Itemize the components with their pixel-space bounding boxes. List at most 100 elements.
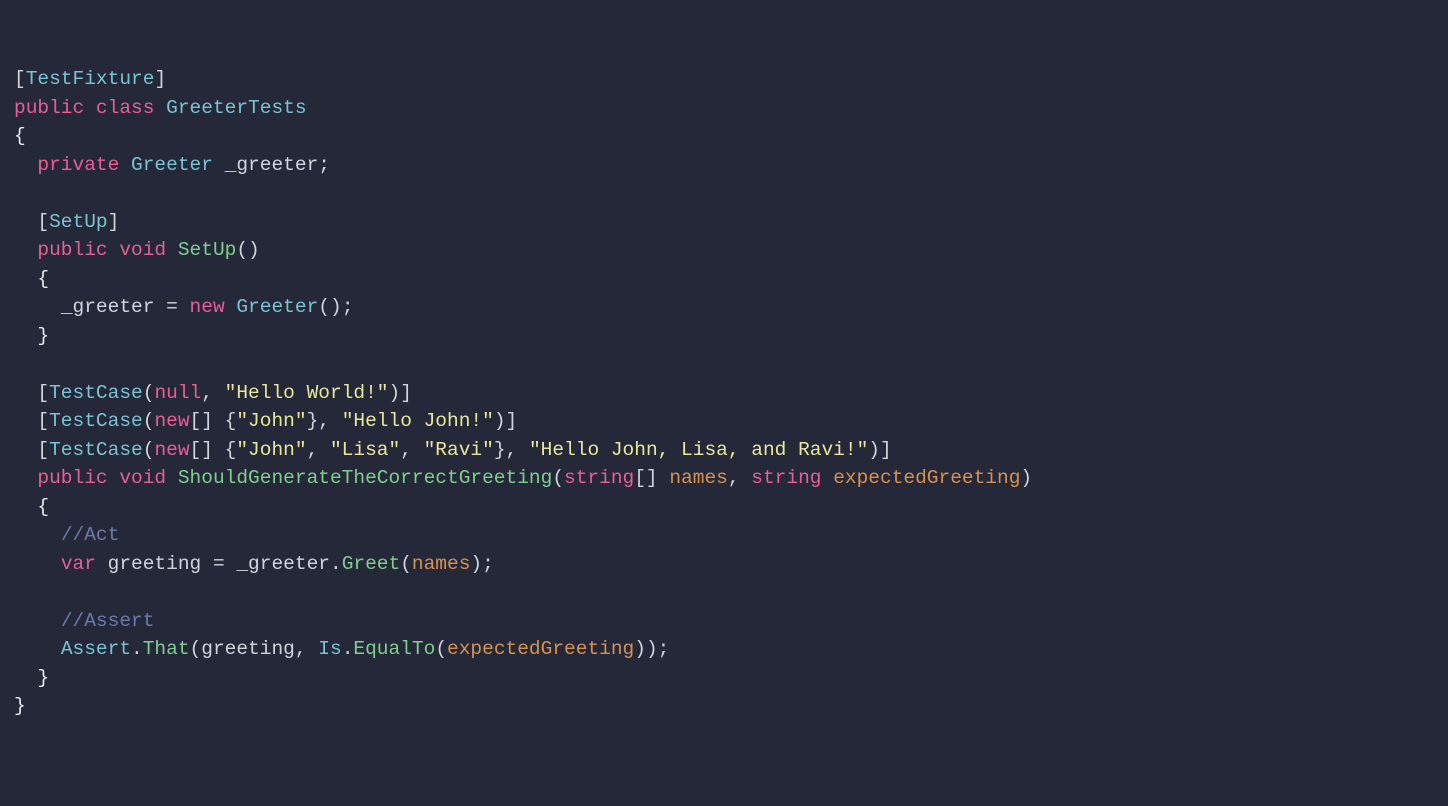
semicolon: ; — [342, 296, 354, 318]
keyword-private: private — [37, 154, 119, 176]
bracket-close: ] — [154, 68, 166, 90]
bracket-open: [ — [37, 382, 49, 404]
semicolon: ; — [318, 154, 330, 176]
keyword-new: new — [154, 439, 189, 461]
type-assert: Assert — [61, 638, 131, 660]
bracket-close: ] — [880, 439, 892, 461]
string-john: "John" — [236, 410, 306, 432]
code-block: [TestFixture] public class GreeterTests … — [14, 65, 1434, 721]
comma: , — [201, 382, 224, 404]
string-hello-all: "Hello John, Lisa, and Ravi!" — [529, 439, 868, 461]
keyword-class: class — [96, 97, 155, 119]
type-greeter: Greeter — [131, 154, 213, 176]
comma: , — [307, 439, 330, 461]
bracket-close: ] — [506, 410, 518, 432]
param-names: names — [669, 467, 728, 489]
attribute-testcase: TestCase — [49, 439, 143, 461]
method-greet: Greet — [342, 553, 401, 575]
brace-open: { — [37, 268, 49, 290]
bracket-open: [ — [37, 211, 49, 233]
keyword-string: string — [751, 467, 821, 489]
attribute-setup: SetUp — [49, 211, 108, 233]
paren-close: ) — [470, 553, 482, 575]
string-ravi: "Ravi" — [424, 439, 494, 461]
attribute-testfixture: TestFixture — [26, 68, 155, 90]
attribute-testcase: TestCase — [49, 382, 143, 404]
attribute-testcase: TestCase — [49, 410, 143, 432]
type-greeter: Greeter — [236, 296, 318, 318]
keyword-null: null — [154, 382, 201, 404]
comment-act: //Act — [61, 524, 120, 546]
string-lisa: "Lisa" — [330, 439, 400, 461]
paren-close: ) — [494, 410, 506, 432]
bracket-close: ] — [108, 211, 120, 233]
keyword-new: new — [190, 296, 225, 318]
method-setup: SetUp — [178, 239, 237, 261]
paren-close: ) — [388, 382, 400, 404]
method-shouldgenerate: ShouldGenerateTheCorrectGreeting — [178, 467, 552, 489]
method-equalto: EqualTo — [353, 638, 435, 660]
keyword-var: var — [61, 553, 96, 575]
brace-open: { — [14, 125, 26, 147]
paren-open: ( — [435, 638, 447, 660]
comma: , — [318, 410, 341, 432]
paren-open: ( — [143, 382, 155, 404]
paren-open: ( — [143, 410, 155, 432]
string-hello-john: "Hello John!" — [342, 410, 494, 432]
id-greeting: greeting — [108, 553, 202, 575]
paren-close: ) — [634, 638, 646, 660]
array-open: [] { — [190, 410, 237, 432]
bracket-open: [ — [14, 68, 26, 90]
array-open: [] { — [190, 439, 237, 461]
comment-assert: //Assert — [61, 610, 155, 632]
keyword-string: string — [564, 467, 634, 489]
paren-close: ) — [1020, 467, 1032, 489]
comma: , — [506, 439, 529, 461]
brace-open: { — [37, 496, 49, 518]
brace-close: } — [14, 695, 26, 717]
field-greeter-ref: _greeter — [236, 553, 330, 575]
keyword-public: public — [37, 467, 107, 489]
string-john: "John" — [236, 439, 306, 461]
type-is: Is — [318, 638, 341, 660]
comma: , — [728, 467, 751, 489]
keyword-void: void — [119, 467, 166, 489]
comma: , — [295, 638, 318, 660]
equals: = — [201, 553, 236, 575]
parens: () — [236, 239, 259, 261]
brackets: [] — [634, 467, 657, 489]
array-close: } — [494, 439, 506, 461]
paren-open: ( — [190, 638, 202, 660]
paren-close: ) — [868, 439, 880, 461]
dot: . — [330, 553, 342, 575]
keyword-void: void — [119, 239, 166, 261]
array-close: } — [307, 410, 319, 432]
equals: = — [154, 296, 189, 318]
keyword-public: public — [37, 239, 107, 261]
keyword-new: new — [154, 410, 189, 432]
field-greeter-ref: _greeter — [61, 296, 155, 318]
bracket-close: ] — [400, 382, 412, 404]
method-that: That — [143, 638, 190, 660]
paren-open: ( — [552, 467, 564, 489]
paren-open: ( — [400, 553, 412, 575]
bracket-open: [ — [37, 410, 49, 432]
comma: , — [400, 439, 423, 461]
param-expected: expectedGreeting — [833, 467, 1020, 489]
dot: . — [131, 638, 143, 660]
paren-open: ( — [143, 439, 155, 461]
dot: . — [342, 638, 354, 660]
semicolon: ; — [482, 553, 494, 575]
class-name: GreeterTests — [166, 97, 306, 119]
field-greeter: _greeter — [225, 154, 319, 176]
brace-close: } — [37, 325, 49, 347]
semicolon: ; — [658, 638, 670, 660]
parens: () — [318, 296, 341, 318]
bracket-open: [ — [37, 439, 49, 461]
arg-expected: expectedGreeting — [447, 638, 634, 660]
brace-close: } — [37, 667, 49, 689]
arg-greeting: greeting — [201, 638, 295, 660]
string-hello-world: "Hello World!" — [225, 382, 389, 404]
arg-names: names — [412, 553, 471, 575]
keyword-public: public — [14, 97, 84, 119]
